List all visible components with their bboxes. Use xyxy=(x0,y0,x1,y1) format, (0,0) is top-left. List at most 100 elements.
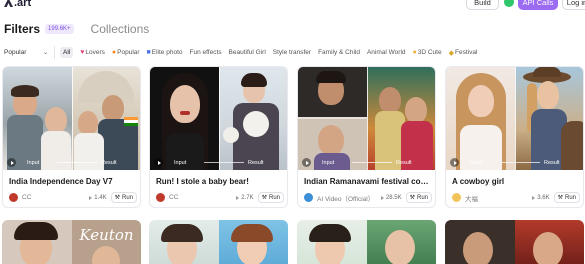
festival-icon: ◆ xyxy=(448,49,454,57)
play-icon[interactable] xyxy=(154,158,163,167)
usage-value: 3.6K xyxy=(537,194,550,201)
result-overlay-text: Keuton xyxy=(79,226,134,244)
chip-festival[interactable]: ◆ Festival xyxy=(449,49,478,57)
run-label: Run xyxy=(564,194,576,201)
card-meta: 大福 3.6K ⚒ Run xyxy=(452,192,580,203)
play-icon[interactable] xyxy=(7,158,16,167)
card-meta: CC 1.4K ⚒ Run xyxy=(9,192,137,203)
effect-card-partial[interactable] xyxy=(297,220,436,264)
avatar[interactable] xyxy=(452,193,461,202)
tab-filters[interactable]: Filters xyxy=(4,22,40,36)
chip-animal-world[interactable]: Animal World xyxy=(367,49,406,56)
arrow-line xyxy=(352,162,392,163)
chip-3d-cute[interactable]: ● 3D Cute xyxy=(413,49,442,56)
play-count-icon xyxy=(532,195,536,200)
wand-icon: ⚒ xyxy=(557,195,563,201)
chip-lovers[interactable]: ♥ Lovers xyxy=(80,49,105,56)
usage-count: 1.4K xyxy=(89,194,107,201)
logo-mark-icon xyxy=(4,0,13,7)
app-logo[interactable]: .art xyxy=(4,0,31,9)
tab-collections[interactable]: Collections xyxy=(91,22,150,36)
build-button[interactable]: Build xyxy=(466,0,499,10)
effect-card-partial[interactable] xyxy=(445,220,584,264)
card-thumbnail[interactable]: Input Result xyxy=(298,67,435,170)
card-thumbnail[interactable]: Input Result xyxy=(150,67,287,170)
result-image xyxy=(514,67,583,170)
card-thumbnail[interactable]: Input Result xyxy=(446,67,583,170)
chip-label: Lovers xyxy=(85,49,105,56)
login-button[interactable]: Log in xyxy=(562,0,585,10)
avatar[interactable] xyxy=(304,193,313,202)
result-image xyxy=(366,67,435,170)
play-count-icon xyxy=(380,195,384,200)
play-icon[interactable] xyxy=(302,158,311,167)
wand-icon: ⚒ xyxy=(261,195,267,201)
card-title[interactable]: India Independence Day V7 xyxy=(9,177,137,186)
chip-label: 3D Cute xyxy=(417,49,442,56)
run-button[interactable]: ⚒ Run xyxy=(110,192,137,203)
chip-family-child[interactable]: Family & Child xyxy=(318,49,360,56)
card-thumbnail[interactable]: Input Result xyxy=(3,67,140,170)
avatar[interactable] xyxy=(156,193,165,202)
chat-icon xyxy=(504,0,514,7)
chip-label: Beautiful Girl xyxy=(228,49,266,56)
result-image xyxy=(366,220,436,264)
input-label: Input xyxy=(470,160,483,166)
card-title[interactable]: A cowboy girl xyxy=(452,177,580,186)
wand-icon: ⚒ xyxy=(114,195,120,201)
effect-card-partial[interactable]: Keuton xyxy=(2,220,141,264)
result-label: Result xyxy=(101,160,117,166)
effect-card-partial[interactable] xyxy=(149,220,288,264)
chat-button[interactable] xyxy=(501,0,517,10)
run-button[interactable]: ⚒ Run xyxy=(257,192,284,203)
api-calls-button[interactable]: API Calls xyxy=(518,0,558,10)
usage-value: 1.4K xyxy=(94,194,107,201)
author-name[interactable]: CC xyxy=(22,194,89,201)
chip-all[interactable]: All xyxy=(60,47,74,58)
avatar[interactable] xyxy=(9,193,18,202)
result-image xyxy=(514,220,584,264)
chip-label: Style transfer xyxy=(272,49,312,56)
chip-popular[interactable]: ● Popular xyxy=(112,49,140,56)
result-image xyxy=(71,67,140,170)
play-icon[interactable] xyxy=(450,158,459,167)
input-image xyxy=(2,220,72,264)
wand-icon: ⚒ xyxy=(409,195,415,201)
divider xyxy=(54,46,55,59)
run-button[interactable]: ⚒ Run xyxy=(553,192,580,203)
run-button[interactable]: ⚒ Run xyxy=(405,192,432,203)
arrow-line xyxy=(57,162,97,163)
card-meta: CC 2.7K ⚒ Run xyxy=(156,192,284,203)
category-chips: All ♥ Lovers ● Popular ■ Elite photo Fun ef… xyxy=(60,46,477,59)
author-name[interactable]: CC xyxy=(169,194,236,201)
result-image: Keuton xyxy=(71,220,141,264)
author-name[interactable]: 大福 xyxy=(465,193,532,203)
input-label: Input xyxy=(174,160,187,166)
result-label: Result xyxy=(544,160,560,166)
run-label: Run xyxy=(416,194,428,201)
effect-card[interactable]: Input Result India Independence Day V7 C… xyxy=(2,66,141,208)
result-image xyxy=(218,67,287,170)
usage-count: 28.5K xyxy=(380,194,402,201)
effect-card[interactable]: Input Result Indian Ramanavami festival … xyxy=(297,66,436,208)
chip-label: Animal World xyxy=(366,49,406,56)
chip-style-transfer[interactable]: Style transfer xyxy=(273,49,311,56)
input-label: Input xyxy=(27,160,40,166)
effect-card[interactable]: Input Result Run! I stole a baby bear! C… xyxy=(149,66,288,208)
result-label: Result xyxy=(396,160,412,166)
usage-value: 28.5K xyxy=(385,194,402,201)
chip-elite-photo[interactable]: ■ Elite photo xyxy=(147,49,183,56)
chip-beautiful-girl[interactable]: Beautiful Girl xyxy=(229,49,266,56)
compare-divider xyxy=(218,67,220,170)
card-title[interactable]: Run! I stole a baby bear! xyxy=(156,177,284,186)
chip-label: Fun effects xyxy=(189,49,222,56)
author-name[interactable]: AI Video（Official） xyxy=(317,193,381,203)
chip-fun-effects[interactable]: Fun effects xyxy=(190,49,222,56)
run-label: Run xyxy=(121,194,133,201)
input-image xyxy=(298,67,367,170)
sort-select[interactable]: Popular ⌄ xyxy=(4,46,50,59)
effect-card[interactable]: Input Result A cowboy girl 大福 3.6K ⚒ Run xyxy=(445,66,584,208)
chip-label: Popular xyxy=(117,49,140,56)
card-title[interactable]: Indian Ramanavami festival coup... xyxy=(304,177,432,186)
photo-icon: ■ xyxy=(146,49,151,56)
